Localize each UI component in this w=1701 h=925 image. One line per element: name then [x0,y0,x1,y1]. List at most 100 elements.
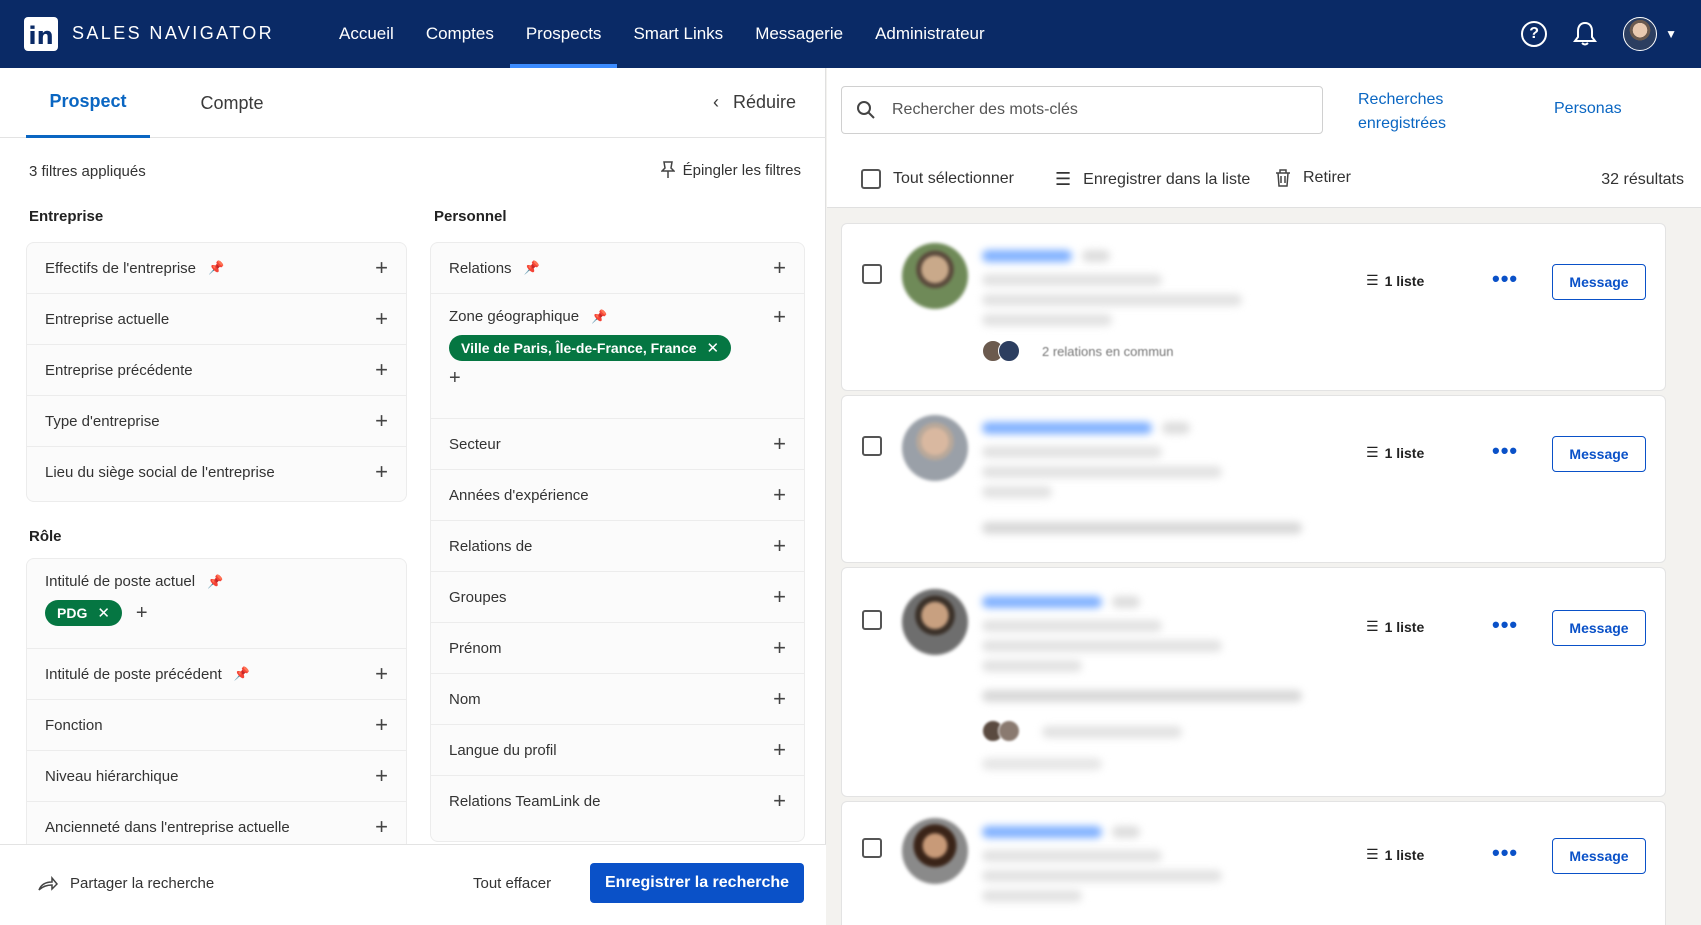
filter-entreprise-precedente[interactable]: Entreprise précédente + [27,345,406,396]
close-icon[interactable]: ✕ [97,604,110,622]
plus-icon[interactable]: + [136,602,148,625]
plus-icon[interactable]: + [773,688,786,710]
search-input[interactable] [892,101,1292,119]
nav-administrateur[interactable]: Administrateur [859,0,1001,68]
lead-card[interactable]: ☰ 1 liste ••• Message [841,395,1666,563]
filter-poste-precedent[interactable]: Intitulé de poste précédent 📌 + [27,649,406,700]
filter-prenom[interactable]: Prénom + [431,623,804,674]
message-button[interactable]: Message [1552,264,1646,300]
list-badge[interactable]: ☰ 1 liste [1366,272,1424,289]
nav-prospects[interactable]: Prospects [509,0,618,68]
clear-all-button[interactable]: Tout effacer [473,875,551,892]
lead-avatar[interactable] [902,818,968,884]
plus-icon[interactable]: + [773,535,786,557]
filter-secteur[interactable]: Secteur + [431,419,804,470]
message-button[interactable]: Message [1552,838,1646,874]
plus-icon[interactable]: + [375,663,388,685]
filter-fonction[interactable]: Fonction + [27,700,406,751]
filter-niveau-hierarchique[interactable]: Niveau hiérarchique + [27,751,406,802]
lead-card[interactable]: ☰ 1 liste ••• Message [841,567,1666,797]
filter-poste-actuel[interactable]: Intitulé de poste actuel 📌 PDG ✕ + [27,559,406,649]
plus-icon[interactable]: + [773,484,786,506]
remove-button[interactable]: Retirer [1275,169,1351,187]
linkedin-logo[interactable]: in [24,17,58,51]
filter-entreprise-actuelle[interactable]: Entreprise actuelle + [27,294,406,345]
filter-nom[interactable]: Nom + [431,674,804,725]
list-badge[interactable]: ☰ 1 liste [1366,618,1424,635]
filter-effectifs[interactable]: Effectifs de l'entreprise 📌 + [27,243,406,294]
plus-icon[interactable]: + [773,257,786,279]
list-badge[interactable]: ☰ 1 liste [1366,846,1424,863]
lead-checkbox[interactable] [862,838,882,858]
more-options-icon[interactable]: ••• [1492,266,1518,292]
filter-groupes[interactable]: Groupes + [431,572,804,623]
filter-zone-geographique[interactable]: Zone géographique 📌 Ville de Paris, Île-… [431,294,804,419]
lead-avatar[interactable] [902,589,968,655]
filter-annees-experience[interactable]: Années d'expérience + [431,470,804,521]
pin-filters-button[interactable]: Épingler les filtres [660,161,801,179]
close-icon[interactable]: ✕ [707,339,720,357]
plus-icon[interactable]: + [375,410,388,432]
plus-icon[interactable]: + [375,308,388,330]
save-to-list-button[interactable]: ☰ Enregistrer dans la liste [1055,169,1250,190]
filter-relations[interactable]: Relations 📌 + [431,243,804,294]
lead-checkbox[interactable] [862,436,882,456]
plus-icon[interactable]: + [773,637,786,659]
help-icon[interactable]: ? [1521,21,1548,47]
filter-relations-de[interactable]: Relations de + [431,521,804,572]
plus-icon[interactable]: + [773,306,786,328]
filter-siege-social[interactable]: Lieu du siège social de l'entreprise + [27,447,406,498]
profile-menu[interactable]: ▼ [1623,17,1677,51]
lead-avatar[interactable] [902,415,968,481]
lead-checkbox[interactable] [862,264,882,284]
personas-link[interactable]: Personas [1554,100,1622,118]
plus-icon[interactable]: + [375,765,388,787]
list-badge[interactable]: ☰ 1 liste [1366,444,1424,461]
filter-type-entreprise[interactable]: Type d'entreprise + [27,396,406,447]
filter-relations-teamlink[interactable]: Relations TeamLink de + [431,776,804,827]
plus-icon[interactable]: + [375,461,388,483]
plus-icon[interactable]: + [449,367,461,390]
select-all[interactable]: Tout sélectionner [861,169,1014,189]
plus-icon[interactable]: + [773,739,786,761]
plus-icon[interactable]: + [375,714,388,736]
bell-icon[interactable] [1573,21,1598,47]
pin-icon[interactable]: 📌 [591,309,607,325]
lead-card[interactable]: ☰ 1 liste ••• Message [841,801,1666,925]
nav-messagerie[interactable]: Messagerie [739,0,859,68]
lead-checkbox[interactable] [862,610,882,630]
lead-avatar[interactable] [902,243,968,309]
more-options-icon[interactable]: ••• [1492,840,1518,866]
share-search-button[interactable]: Partager la recherche [38,875,214,892]
save-search-button[interactable]: Enregistrer la recherche [590,863,804,903]
plus-icon[interactable]: + [773,433,786,455]
keyword-search[interactable] [841,86,1323,134]
avatar[interactable] [1623,17,1658,51]
plus-icon[interactable]: + [773,586,786,608]
select-all-checkbox[interactable] [861,169,881,189]
pin-icon[interactable]: 📌 [234,666,250,682]
plus-icon[interactable]: + [375,816,388,838]
nav-accueil[interactable]: Accueil [323,0,410,68]
tab-compte[interactable]: Compte [182,68,282,138]
message-button[interactable]: Message [1552,436,1646,472]
filter-pill-paris[interactable]: Ville de Paris, Île-de-France, France ✕ [449,335,732,361]
filter-pill-pdg[interactable]: PDG ✕ [45,600,122,626]
plus-icon[interactable]: + [375,257,388,279]
common-connections[interactable]: 2 relations en commun [1042,344,1174,359]
filter-langue-profil[interactable]: Langue du profil + [431,725,804,776]
tab-prospect[interactable]: Prospect [26,68,150,138]
plus-icon[interactable]: + [773,790,786,812]
pin-icon[interactable]: 📌 [208,260,224,276]
lead-card[interactable]: 2 relations en commun ☰ 1 liste ••• Mess… [841,223,1666,391]
pin-icon[interactable]: 📌 [207,574,223,590]
plus-icon[interactable]: + [375,359,388,381]
more-options-icon[interactable]: ••• [1492,612,1518,638]
nav-smart-links[interactable]: Smart Links [617,0,739,68]
saved-searches-link[interactable]: Recherches enregistrées [1358,88,1498,136]
more-options-icon[interactable]: ••• [1492,438,1518,464]
message-button[interactable]: Message [1552,610,1646,646]
nav-comptes[interactable]: Comptes [410,0,510,68]
collapse-button[interactable]: ‹ Réduire [713,92,796,113]
chevron-down-icon[interactable]: ▼ [1665,27,1677,41]
